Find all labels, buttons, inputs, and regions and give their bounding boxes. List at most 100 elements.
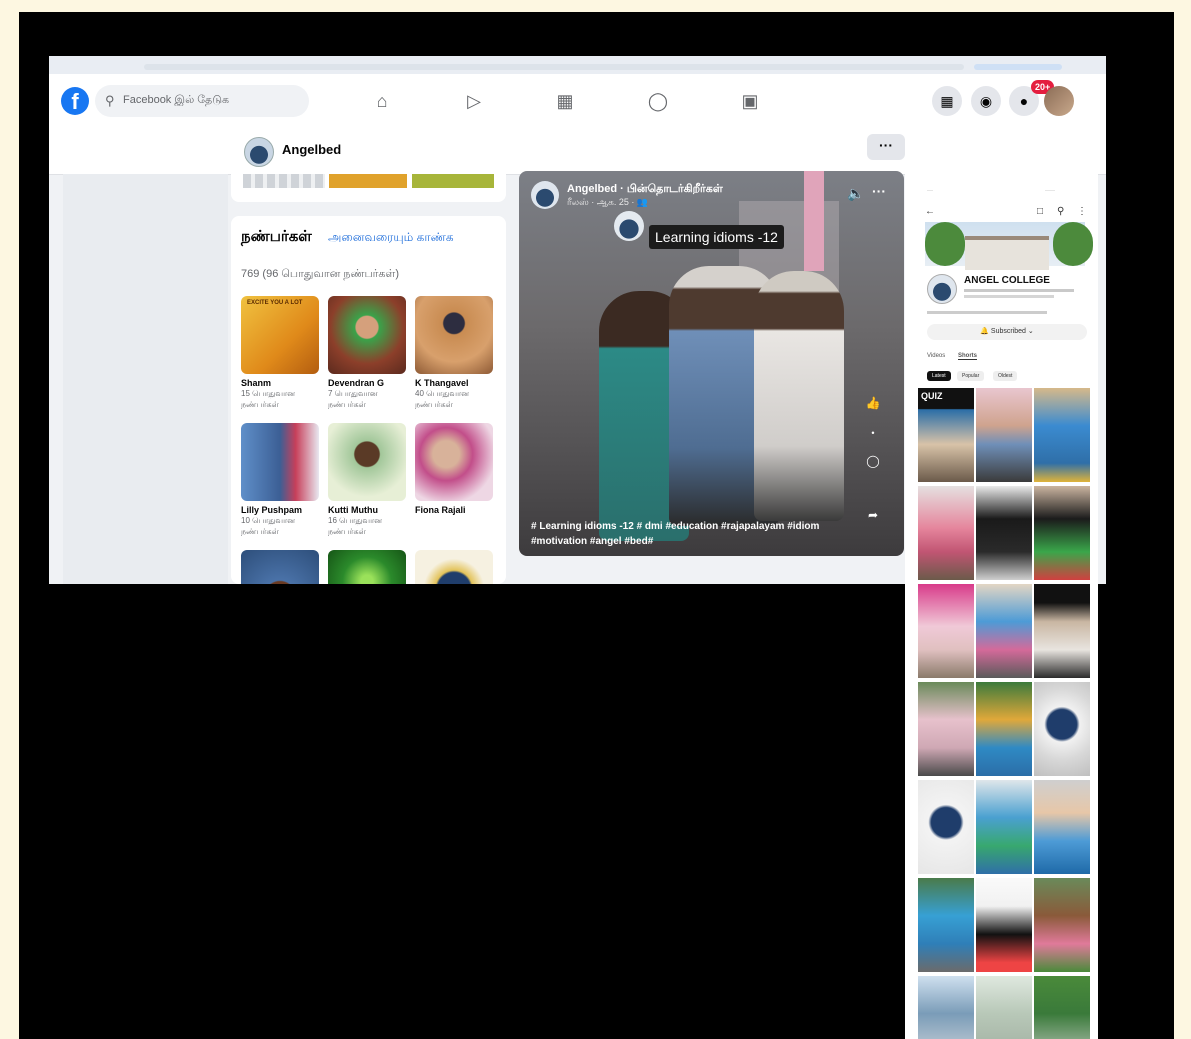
share-icon[interactable]: ➦ [861, 503, 885, 527]
short-thumbnail[interactable] [1034, 584, 1090, 678]
friend-name[interactable]: Devendran G [328, 378, 408, 388]
facebook-logo-icon[interactable]: f [61, 87, 89, 115]
see-all-friends-link[interactable]: அனைவரையும் காண்க [328, 230, 454, 246]
short-thumbnail[interactable] [976, 682, 1032, 776]
short-thumbnail[interactable] [976, 584, 1032, 678]
chip-latest[interactable]: Latest [927, 371, 951, 381]
short-thumbnail[interactable] [1034, 780, 1090, 874]
friend-mutual: 7 பொதுவான நண்பர்கள் [328, 389, 378, 409]
friend-mutual: 10 பொதுவான நண்பர்கள் [241, 516, 296, 536]
friend-photo[interactable]: EXCITE YOU A LOT [241, 296, 319, 374]
channel-stats [964, 295, 1054, 298]
photo-thumb[interactable] [329, 174, 407, 188]
post-meta: ரீலஸ் · ஆக. 25 · 👥 [567, 197, 649, 207]
friend-photo[interactable] [241, 550, 319, 584]
short-thumbnail[interactable] [918, 682, 974, 776]
short-thumbnail[interactable] [1034, 682, 1090, 776]
short-thumbnail[interactable] [1034, 388, 1090, 482]
profile-avatar[interactable] [1044, 86, 1074, 116]
short-thumbnail[interactable] [1034, 878, 1090, 972]
video-overlay-title: Learning idioms -12 [649, 225, 784, 249]
friend-name[interactable]: Shanm [241, 378, 321, 388]
friend-card[interactable]: Lilly Pushpam 10 பொதுவான நண்பர்கள் [241, 423, 321, 537]
friend-card[interactable] [241, 550, 321, 584]
friends-card: நண்பர்கள் அனைவரையும் காண்க 769 (96 பொதுவ… [231, 216, 506, 584]
short-thumbnail[interactable] [918, 486, 974, 580]
banner-building [965, 236, 1049, 270]
channel-avatar[interactable] [927, 274, 957, 304]
like-icon[interactable]: 👍 [861, 391, 885, 415]
friend-photo[interactable] [328, 550, 406, 584]
friend-name[interactable]: Kutti Muthu [328, 505, 408, 515]
photo-thumb[interactable] [412, 174, 494, 188]
photo-thumb[interactable] [243, 174, 325, 188]
tab-videos[interactable]: Videos [927, 353, 945, 359]
short-thumbnail[interactable] [918, 780, 974, 874]
friend-card[interactable] [328, 550, 408, 584]
overlay-logo [614, 211, 644, 241]
messenger-icon[interactable]: ◉ [971, 86, 1001, 116]
video-icon[interactable]: ▷ [461, 89, 487, 113]
short-thumbnail[interactable] [1034, 976, 1090, 1039]
channel-banner [925, 222, 1093, 270]
search-icon[interactable]: ⚲ [1057, 206, 1064, 217]
friend-photo[interactable] [328, 296, 406, 374]
short-thumbnail[interactable] [918, 584, 974, 678]
like-count-icon: • [871, 428, 875, 438]
short-thumbnail[interactable] [918, 976, 974, 1039]
friend-photo[interactable] [328, 423, 406, 501]
subscribed-button[interactable]: 🔔 Subscribed ⌄ [927, 324, 1087, 340]
page-avatar[interactable] [244, 137, 274, 167]
more-icon[interactable]: ··· [872, 183, 886, 199]
friend-photo[interactable] [415, 423, 493, 501]
menu-grid-icon[interactable]: ▦ [932, 86, 962, 116]
address-bar[interactable] [144, 64, 964, 70]
groups-icon[interactable]: ◯ [645, 89, 671, 113]
short-thumbnail[interactable]: QUIZ [918, 388, 974, 482]
back-arrow-icon[interactable]: ← [925, 206, 935, 217]
page-title[interactable]: Angelbed [282, 142, 341, 157]
short-thumbnail[interactable] [976, 878, 1032, 972]
browser-extension-pill[interactable] [974, 64, 1062, 70]
friend-photo[interactable] [241, 423, 319, 501]
mute-icon[interactable]: 🔈 [847, 185, 864, 202]
kebab-menu-icon[interactable]: ⋮ [1077, 206, 1087, 217]
short-thumbnail[interactable] [976, 780, 1032, 874]
short-thumbnail[interactable] [976, 388, 1032, 482]
gaming-icon[interactable]: ▣ [737, 89, 763, 113]
friend-photo[interactable] [415, 296, 493, 374]
friend-photo[interactable] [415, 550, 493, 584]
friend-card[interactable]: K Thangavel 40 பொதுவான நண்பர்கள் [415, 296, 495, 410]
cast-icon[interactable]: □ [1037, 206, 1043, 217]
friend-card[interactable]: Kutti Muthu 16 பொதுவான நண்பர்கள் [328, 423, 408, 537]
more-options-button[interactable]: ··· [867, 134, 905, 160]
channel-handle [964, 289, 1074, 292]
short-thumbnail[interactable] [1034, 486, 1090, 580]
comment-icon[interactable]: ◯ [861, 449, 885, 473]
friend-card[interactable] [415, 550, 495, 584]
search-input[interactable]: ⚲ Facebook இல் தேடுக [95, 85, 309, 117]
reel-post[interactable]: Angelbed · பின்தொடர்கிறீர்கள் ரீலஸ் · ஆக… [519, 171, 904, 556]
search-placeholder: Facebook இல் தேடுக [123, 94, 230, 106]
marketplace-icon[interactable]: ▦ [552, 89, 578, 113]
status-time: ··· [927, 188, 933, 194]
chip-popular[interactable]: Popular [957, 371, 985, 381]
friends-title: நண்பர்கள் [241, 228, 312, 245]
friend-card[interactable]: Devendran G 7 பொதுவான நண்பர்கள் [328, 296, 408, 410]
chip-oldest[interactable]: Oldest [993, 371, 1018, 381]
banner-tree [1053, 222, 1093, 266]
friend-card[interactable]: Fiona Rajali [415, 423, 495, 515]
friend-name[interactable]: Fiona Rajali [415, 505, 495, 515]
post-caption: # Learning idioms -12 # dmi #education #… [531, 521, 820, 547]
tab-shorts[interactable]: Shorts [958, 353, 978, 360]
short-thumbnail[interactable] [976, 486, 1032, 580]
post-author[interactable]: Angelbed · பின்தொடர்கிறீர்கள் [567, 183, 723, 197]
friend-name[interactable]: K Thangavel [415, 378, 495, 388]
short-thumbnail[interactable] [918, 878, 974, 972]
facebook-top-nav: f ⚲ Facebook இல் தேடுக ⌂ ▷ ▦ ◯ ▣ ▦ ◉ ● 2… [49, 74, 1106, 131]
friend-name[interactable]: Lilly Pushpam [241, 505, 321, 515]
post-author-avatar[interactable] [531, 181, 559, 209]
friend-card[interactable]: EXCITE YOU A LOT Shanm 15 பொதுவான நண்பர்… [241, 296, 321, 410]
short-thumbnail[interactable] [976, 976, 1032, 1039]
home-icon[interactable]: ⌂ [369, 89, 395, 113]
